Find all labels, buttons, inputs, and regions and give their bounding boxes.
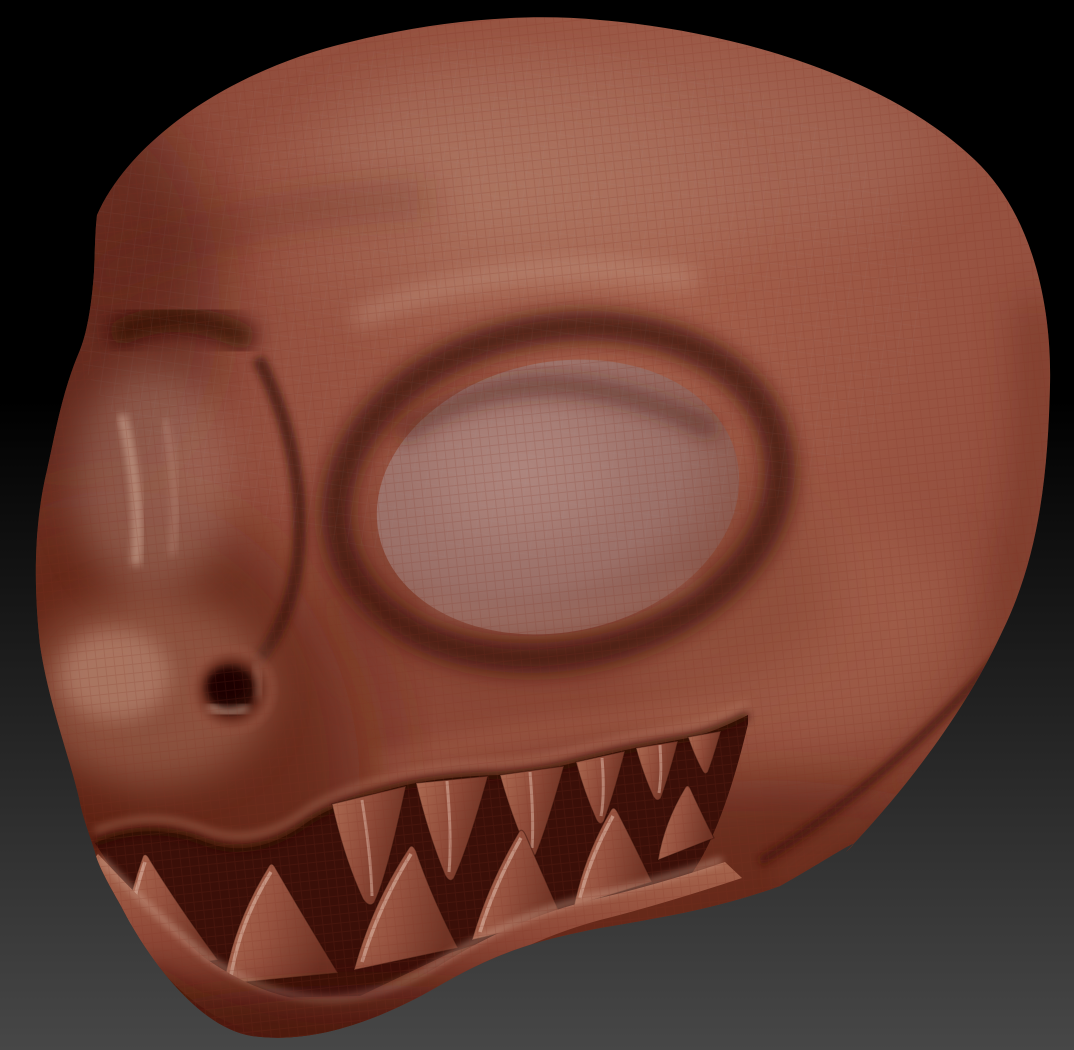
sculpt-model[interactable] bbox=[0, 0, 1074, 1050]
sculpt-viewport-canvas[interactable] bbox=[0, 0, 1074, 1050]
wireframe-specular-overlay bbox=[70, 40, 930, 560]
